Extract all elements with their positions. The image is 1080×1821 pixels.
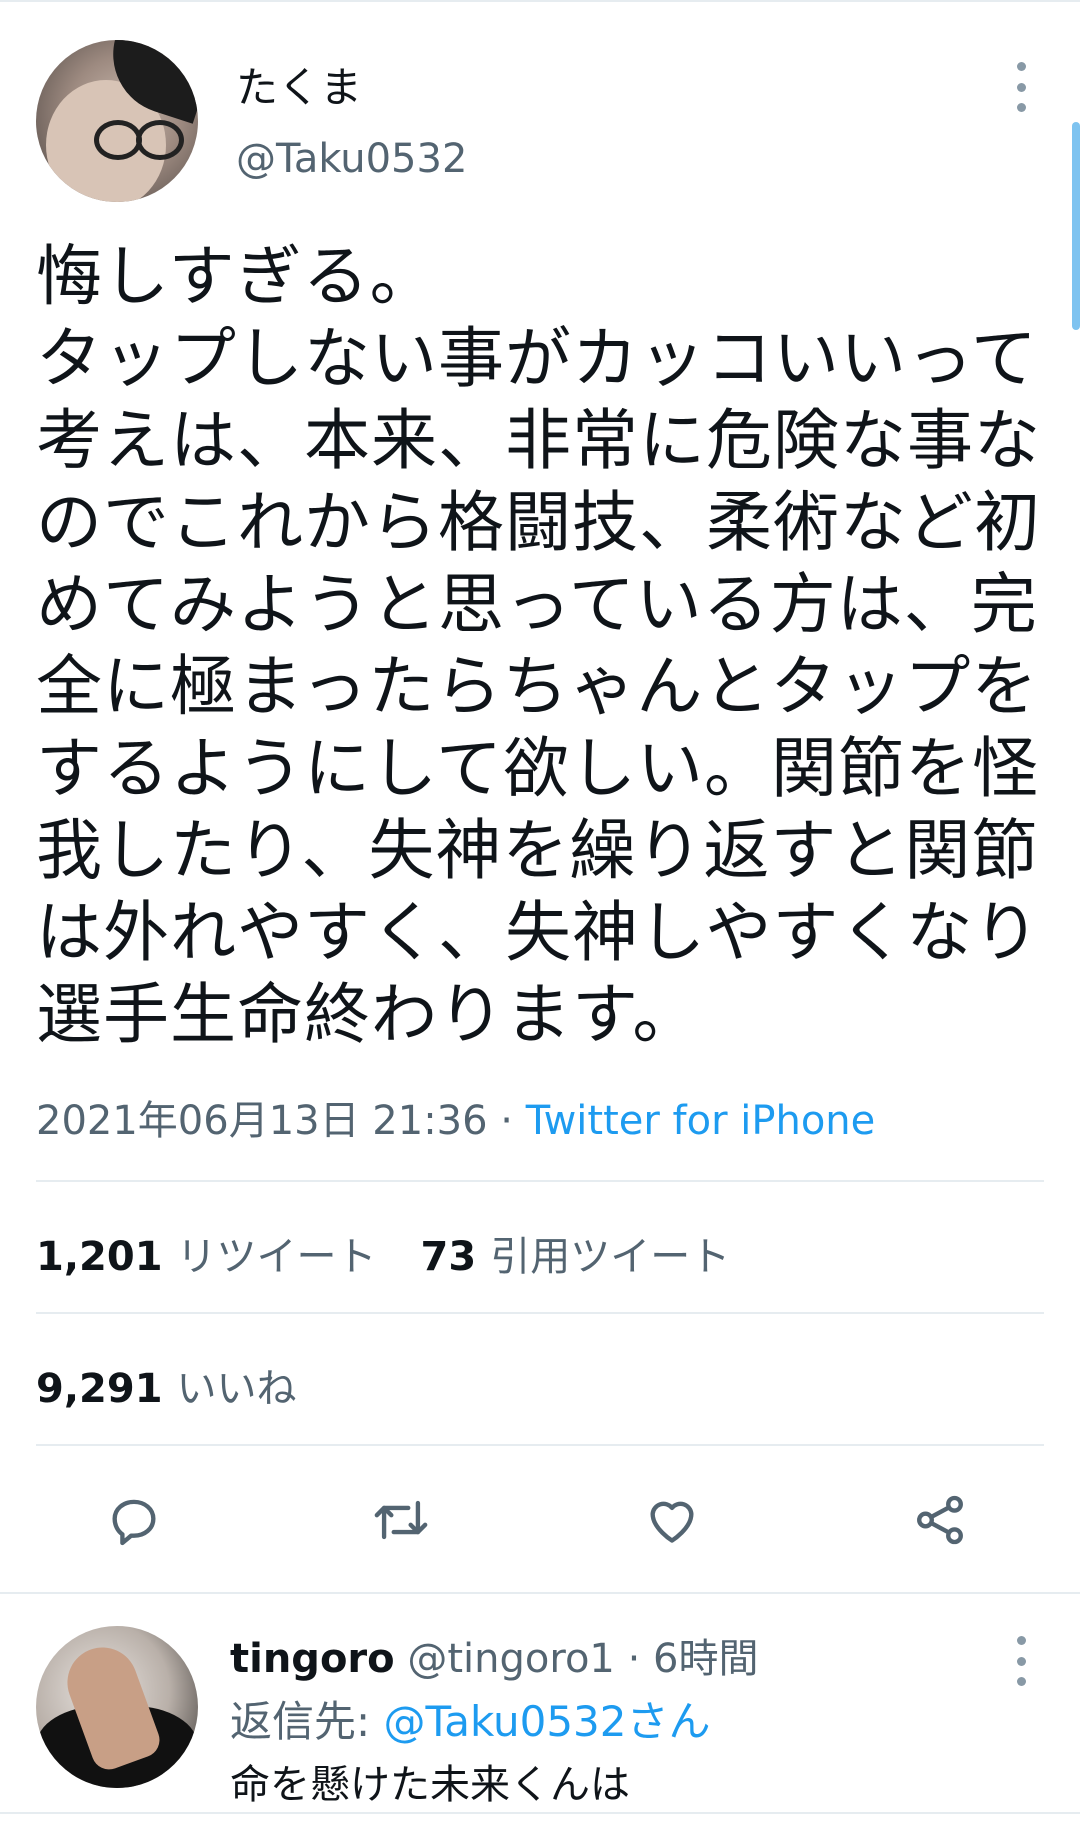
more-options-icon[interactable] <box>1016 62 1026 112</box>
likes-count[interactable]: 9,291 <box>36 1366 163 1412</box>
scrollbar-thumb[interactable] <box>1072 122 1080 330</box>
divider <box>0 1592 1080 1594</box>
divider <box>0 1812 1080 1814</box>
meta-separator: · <box>487 1098 526 1144</box>
reply-to-mention[interactable]: @Taku0532さん <box>384 1697 711 1746</box>
reply-to-line: 返信先: @Taku0532さん <box>230 1688 711 1749</box>
divider <box>36 1180 1044 1182</box>
author-name[interactable]: たくま <box>236 54 362 115</box>
reply-text: 命を懸けた未来くんは <box>230 1762 630 1808</box>
tweet-meta: 2021年06月13日 21:36 · Twitter for iPhone <box>36 1088 875 1146</box>
divider <box>36 1444 1044 1446</box>
author-avatar[interactable] <box>36 40 198 202</box>
likes-label[interactable]: いいね <box>177 1366 297 1412</box>
retweet-icon <box>374 1500 428 1540</box>
reply-more-options-icon[interactable] <box>1016 1636 1026 1686</box>
likes-stats-row: 9,291 いいね <box>36 1356 297 1414</box>
quotes-label[interactable]: 引用ツイート <box>490 1234 730 1280</box>
retweet-button[interactable] <box>365 1484 437 1556</box>
like-button[interactable] <box>636 1484 708 1556</box>
reply-author-avatar[interactable] <box>36 1626 198 1788</box>
retweets-count[interactable]: 1,201 <box>36 1234 163 1280</box>
tweet-timestamp: 2021年06月13日 21:36 <box>36 1098 488 1144</box>
avatar-glasses-right <box>136 120 184 160</box>
retweets-label[interactable]: リツイート <box>177 1234 377 1280</box>
like-icon <box>650 1501 694 1543</box>
reply-separator: · <box>614 1636 654 1682</box>
tweet-source-link[interactable]: Twitter for iPhone <box>526 1098 876 1144</box>
reply-author-handle[interactable]: @tingoro1 <box>407 1636 615 1682</box>
quotes-count[interactable]: 73 <box>421 1234 477 1280</box>
reply-header: tingoro @tingoro1 · 6時間 <box>230 1626 758 1684</box>
retweet-stats-row: 1,201 リツイート 73 引用ツイート <box>36 1224 730 1282</box>
author-handle[interactable]: @Taku0532 <box>236 136 467 182</box>
top-divider <box>0 0 1080 2</box>
tweet-text: 悔しすぎる。 タップしない事がカッコいいって考えは、本来、非常に危険な事なのでこ… <box>36 238 1041 1053</box>
share-icon <box>917 1495 963 1545</box>
avatar-glasses-left <box>94 120 142 160</box>
reply-time[interactable]: 6時間 <box>653 1636 758 1682</box>
divider <box>36 1312 1044 1314</box>
reply-to-prefix: 返信先: <box>230 1697 384 1746</box>
reply-icon <box>112 1499 156 1546</box>
share-button[interactable] <box>904 1484 976 1556</box>
reply-button[interactable] <box>98 1484 170 1556</box>
reply-author-name[interactable]: tingoro <box>230 1636 395 1682</box>
